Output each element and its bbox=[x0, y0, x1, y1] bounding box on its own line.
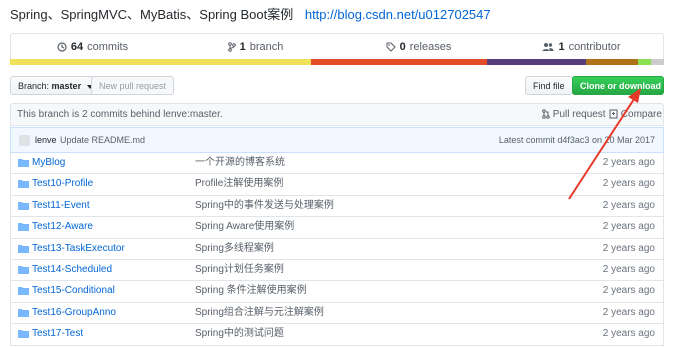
file-commit-message[interactable]: Spring中的事件发送与处理案例 bbox=[195, 196, 334, 216]
file-commit-message[interactable]: Spring中的测试问题 bbox=[195, 324, 284, 344]
language-bar-segment[interactable] bbox=[10, 59, 311, 65]
file-age: 2 years ago bbox=[602, 221, 655, 233]
folder-icon bbox=[18, 330, 29, 339]
compare-link[interactable]: Compare bbox=[609, 104, 662, 125]
table-row: Test14-Scheduled Spring计划任务案例 2 years ago bbox=[10, 259, 664, 282]
language-bar[interactable] bbox=[10, 59, 664, 65]
latest-commit-info: Latest commit d4f3ac3 on 20 Mar 2017 bbox=[499, 128, 655, 152]
folder-icon bbox=[18, 287, 29, 296]
file-age: 2 years ago bbox=[602, 242, 655, 254]
contributors-label: contributor bbox=[568, 41, 621, 53]
folder-icon bbox=[18, 244, 29, 253]
commit-sha[interactable]: d4f3ac3 bbox=[557, 135, 589, 145]
file-name[interactable]: Test14-Scheduled bbox=[32, 260, 112, 280]
pull-request-link[interactable]: Pull request bbox=[542, 104, 606, 125]
file-age: 2 years ago bbox=[602, 306, 655, 318]
releases-link[interactable]: 0 releases bbox=[337, 41, 500, 53]
numbers-summary: 64 commits 1 branch 0 releases 1 contrib… bbox=[10, 33, 664, 60]
branch-status-bar: This branch is 2 commits behind lenve:ma… bbox=[10, 103, 664, 126]
behind-message: This branch is 2 commits behind lenve:ma… bbox=[17, 109, 223, 120]
branch-select-value: master bbox=[51, 81, 82, 91]
folder-icon bbox=[18, 180, 29, 189]
branches-link[interactable]: 1 branch bbox=[174, 41, 337, 53]
clone-download-label: Clone or download bbox=[580, 81, 661, 91]
language-bar-segment[interactable] bbox=[585, 59, 638, 65]
table-row: Test11-Event Spring中的事件发送与处理案例 2 years ago bbox=[10, 195, 664, 218]
folder-icon bbox=[18, 223, 29, 232]
file-commit-message[interactable]: Spring组合注解与元注解案例 bbox=[195, 303, 324, 323]
pull-request-label: Pull request bbox=[552, 109, 606, 120]
table-row: Test17-Test Spring中的测试问题 2 years ago bbox=[10, 324, 664, 346]
latest-commit-bar: lenve Update README.md Latest commit d4f… bbox=[10, 127, 664, 153]
file-commit-message[interactable]: Spring多线程案例 bbox=[195, 239, 274, 259]
homepage-link[interactable]: http://blog.csdn.net/u012702547 bbox=[305, 7, 491, 22]
commit-message[interactable]: Update README.md bbox=[60, 128, 145, 152]
file-age: 2 years ago bbox=[602, 157, 655, 168]
file-age: 2 years ago bbox=[602, 263, 655, 275]
commits-count: 64 bbox=[70, 41, 84, 53]
file-age: 2 years ago bbox=[602, 178, 655, 190]
new-pull-request-button[interactable]: New pull request bbox=[91, 76, 175, 95]
branch-select-label: Branch: bbox=[18, 81, 50, 91]
file-name[interactable]: Test17-Test bbox=[32, 324, 83, 344]
commit-date: on 20 Mar 2017 bbox=[591, 135, 655, 145]
folder-icon bbox=[18, 265, 29, 274]
file-name[interactable]: Test12-Aware bbox=[32, 217, 93, 237]
diff-icon bbox=[609, 109, 618, 119]
file-age: 2 years ago bbox=[602, 285, 655, 297]
file-commit-message[interactable]: Spring计划任务案例 bbox=[195, 260, 284, 280]
history-icon bbox=[57, 42, 67, 52]
contributors-link[interactable]: 1 contributor bbox=[500, 41, 663, 53]
table-row: MyBlog 一个开源的博客系统 2 years ago bbox=[10, 153, 664, 175]
table-row: Test13-TaskExecutor Spring多线程案例 2 years ag… bbox=[10, 238, 664, 260]
contributors-count: 1 bbox=[558, 41, 565, 53]
table-row: Test15-Conditional Spring 条件注解使用案例 2 years… bbox=[10, 281, 664, 303]
file-name[interactable]: Test10-Profile bbox=[32, 174, 93, 194]
caret-down-icon bbox=[666, 84, 673, 89]
tag-icon bbox=[386, 42, 396, 52]
table-row: Test10-Profile Profile注解使用案例 2 years ago bbox=[10, 174, 664, 196]
repo-description: Spring、SpringMVC、MyBatis、Spring Boot案例 h… bbox=[10, 4, 491, 26]
file-age: 2 years ago bbox=[602, 328, 655, 340]
compare-label: Compare bbox=[620, 109, 662, 120]
file-name[interactable]: Test11-Event bbox=[32, 196, 90, 216]
language-bar-segment[interactable] bbox=[487, 59, 586, 65]
branch-icon bbox=[227, 42, 236, 52]
file-commit-message[interactable]: Profile注解使用案例 bbox=[195, 174, 283, 194]
file-name[interactable]: MyBlog bbox=[32, 153, 65, 173]
table-row: Test16-GroupAnno Spring组合注解与元注解案例 2 years … bbox=[10, 302, 664, 325]
language-bar-segment[interactable] bbox=[650, 59, 664, 65]
commits-label: commits bbox=[87, 41, 129, 53]
folder-icon bbox=[18, 159, 29, 167]
branch-label: branch bbox=[249, 41, 284, 53]
file-commit-message[interactable]: Spring 条件注解使用案例 bbox=[195, 281, 307, 301]
folder-icon bbox=[18, 308, 29, 317]
file-commit-message[interactable]: 一个开源的博客系统 bbox=[195, 153, 285, 173]
find-file-button[interactable]: Find file bbox=[525, 76, 573, 95]
clone-download-button[interactable]: Clone or download bbox=[572, 76, 673, 95]
commit-author[interactable]: lenve bbox=[35, 128, 57, 152]
releases-count: 0 bbox=[399, 41, 406, 53]
latest-commit-label: Latest commit bbox=[498, 135, 555, 145]
description-text: Spring、SpringMVC、MyBatis、Spring Boot案例 bbox=[10, 7, 294, 22]
commits-link[interactable]: 64 commits bbox=[11, 41, 174, 53]
file-list: MyBlog 一个开源的博客系统 2 years ago Test10-Profile… bbox=[10, 153, 664, 346]
language-bar-segment[interactable] bbox=[310, 59, 488, 65]
people-icon bbox=[542, 43, 554, 51]
file-name[interactable]: Test16-GroupAnno bbox=[32, 303, 116, 323]
file-commit-message[interactable]: Spring Aware使用案例 bbox=[195, 217, 294, 237]
file-name[interactable]: Test13-TaskExecutor bbox=[32, 239, 125, 259]
avatar[interactable] bbox=[19, 135, 30, 146]
table-row: Test12-Aware Spring Aware使用案例 2 years ago bbox=[10, 217, 664, 239]
pull-request-icon bbox=[542, 109, 550, 120]
folder-icon bbox=[18, 201, 29, 210]
branch-select-button[interactable]: Branch: master bbox=[10, 76, 101, 95]
branch-count: 1 bbox=[239, 41, 246, 53]
releases-label: releases bbox=[409, 41, 452, 53]
language-bar-segment[interactable] bbox=[637, 59, 651, 65]
file-age: 2 years ago bbox=[602, 199, 655, 211]
file-name[interactable]: Test15-Conditional bbox=[32, 281, 115, 301]
